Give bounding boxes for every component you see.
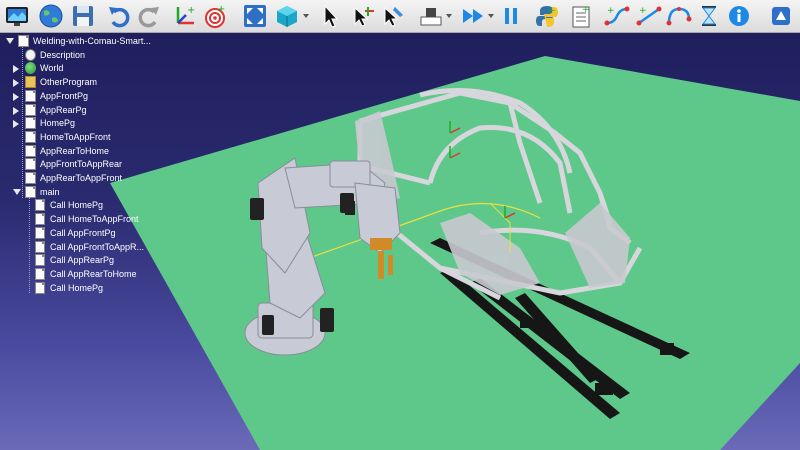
- floppy-disk-icon[interactable]: [70, 3, 96, 29]
- tree-item-world[interactable]: World: [0, 62, 145, 75]
- tree-item-label: Call AppRearToHome: [50, 268, 137, 279]
- fast-forward-icon[interactable]: [460, 3, 486, 29]
- tree-item-homepg[interactable]: HomePg: [0, 117, 145, 130]
- svg-text:+: +: [548, 6, 556, 16]
- collapse-arrow-icon[interactable]: [13, 106, 19, 115]
- reference-frame-icon[interactable]: +: [172, 3, 198, 29]
- program-icon: [25, 144, 36, 157]
- tree-item-label: AppFrontPg: [40, 90, 89, 101]
- call-icon: [35, 213, 45, 226]
- station-tree: Welding-with-Comau-Smart... Description Wo…: [0, 33, 151, 303]
- globe-icon[interactable]: [38, 3, 64, 29]
- tree-item-label: Welding-with-Comau-Smart...: [33, 36, 151, 46]
- tree-item-label: AppRearToHome: [40, 145, 110, 156]
- folder-icon: [25, 76, 36, 89]
- collapse-arrow-icon[interactable]: [13, 65, 19, 74]
- collision-icon[interactable]: [418, 3, 444, 29]
- tree-item-label: Call AppRearPg: [50, 255, 115, 266]
- main-toolbar: + + + + + +: [0, 0, 800, 33]
- tree-item-label: Call HomeToAppFront: [50, 214, 139, 225]
- redo-icon[interactable]: [136, 3, 162, 29]
- undo-icon[interactable]: [106, 3, 132, 29]
- call-icon: [35, 267, 45, 280]
- tree-item-hometoappfront[interactable]: HomeToAppFront: [0, 130, 145, 144]
- hourglass-icon[interactable]: [696, 3, 722, 29]
- svg-text:+: +: [217, 4, 225, 15]
- linear-move-icon[interactable]: +: [636, 3, 662, 29]
- monitor-icon[interactable]: [4, 3, 30, 29]
- tree-call-item[interactable]: Call AppRearToHome: [0, 267, 145, 281]
- tree-item-label: HomeToAppFront: [40, 131, 111, 142]
- cursor-icon[interactable]: [318, 3, 344, 29]
- python-icon[interactable]: +: [534, 3, 560, 29]
- program-icon: [25, 185, 36, 198]
- tree-item-otherprogram[interactable]: OtherProgram: [0, 76, 145, 89]
- collapse-arrow-icon[interactable]: [13, 79, 19, 88]
- tree-item-label: Call HomePg: [50, 282, 104, 293]
- tree-item-label: Call AppFrontPg: [50, 227, 116, 238]
- program-icon: [25, 130, 36, 143]
- tree-item-label: main: [40, 186, 60, 197]
- tree-call-item[interactable]: Call AppRearPg: [0, 254, 145, 267]
- svg-text:+: +: [639, 6, 647, 16]
- tree-call-item[interactable]: Call AppFrontToAppR...: [0, 240, 145, 254]
- fit-all-icon[interactable]: [242, 3, 268, 29]
- program-icon[interactable]: +: [568, 3, 594, 29]
- expand-arrow-icon[interactable]: [6, 38, 14, 44]
- call-icon: [35, 199, 45, 212]
- svg-text:+: +: [607, 6, 615, 16]
- tree-item-label: OtherProgram: [40, 77, 98, 88]
- station-icon: [18, 35, 29, 47]
- circular-move-icon[interactable]: [666, 3, 692, 29]
- tree-item-apprearpg[interactable]: AppRearPg: [0, 103, 145, 117]
- cursor-move-icon[interactable]: [350, 3, 376, 29]
- description-icon: [25, 48, 36, 61]
- tree-item-label: World: [40, 63, 64, 74]
- program-icon: [25, 172, 36, 184]
- pause-icon[interactable]: [498, 3, 524, 29]
- call-icon: [35, 254, 45, 267]
- tree-call-item[interactable]: Call AppFrontPg: [0, 226, 145, 240]
- cursor-tool-icon[interactable]: [380, 3, 406, 29]
- tree-item-main[interactable]: main: [0, 185, 145, 199]
- tree-item-appfronttoapprear[interactable]: AppFrontToAppRear: [0, 158, 145, 171]
- cube-icon[interactable]: [274, 3, 300, 29]
- program-icon: [25, 117, 36, 130]
- tree-call-item[interactable]: Call HomePg: [0, 281, 145, 295]
- expand-arrow-icon[interactable]: [13, 188, 21, 195]
- collapse-arrow-icon[interactable]: [13, 120, 19, 129]
- program-icon: [25, 158, 36, 171]
- tree-item-description[interactable]: Description: [0, 48, 145, 62]
- tree-item-label: AppFrontToAppRear: [40, 159, 123, 170]
- collapse-arrow-icon[interactable]: [13, 92, 19, 101]
- tree-item-label: Call HomePg: [50, 200, 104, 211]
- tree-item-label: Call AppFrontToAppR...: [50, 241, 145, 252]
- tree-item-appfrontpg[interactable]: AppFrontPg: [0, 89, 145, 103]
- info-icon[interactable]: [726, 3, 752, 29]
- tree-item-label: Description: [40, 49, 86, 60]
- tree-item-appreartohome[interactable]: AppRearToHome: [0, 144, 145, 158]
- call-icon: [35, 226, 45, 239]
- tree-call-item[interactable]: Call HomePg: [0, 199, 145, 212]
- tree-item-appreartoappfront[interactable]: AppRearToAppFront: [0, 172, 145, 185]
- more-tools-icon[interactable]: [768, 3, 794, 29]
- tree-item-label: AppRearPg: [40, 104, 87, 115]
- call-icon: [35, 281, 45, 294]
- program-icon: [25, 103, 36, 116]
- world-icon: [25, 62, 36, 75]
- svg-text:+: +: [187, 5, 195, 16]
- call-icon: [35, 240, 45, 253]
- target-icon[interactable]: +: [202, 3, 228, 29]
- tree-call-item[interactable]: Call HomeToAppFront: [0, 213, 145, 226]
- svg-text:+: +: [582, 5, 590, 15]
- joint-move-icon[interactable]: +: [604, 3, 630, 29]
- tree-item-label: AppRearToAppFront: [40, 173, 123, 183]
- tree-item-label: HomePg: [40, 118, 76, 129]
- program-icon: [25, 89, 36, 102]
